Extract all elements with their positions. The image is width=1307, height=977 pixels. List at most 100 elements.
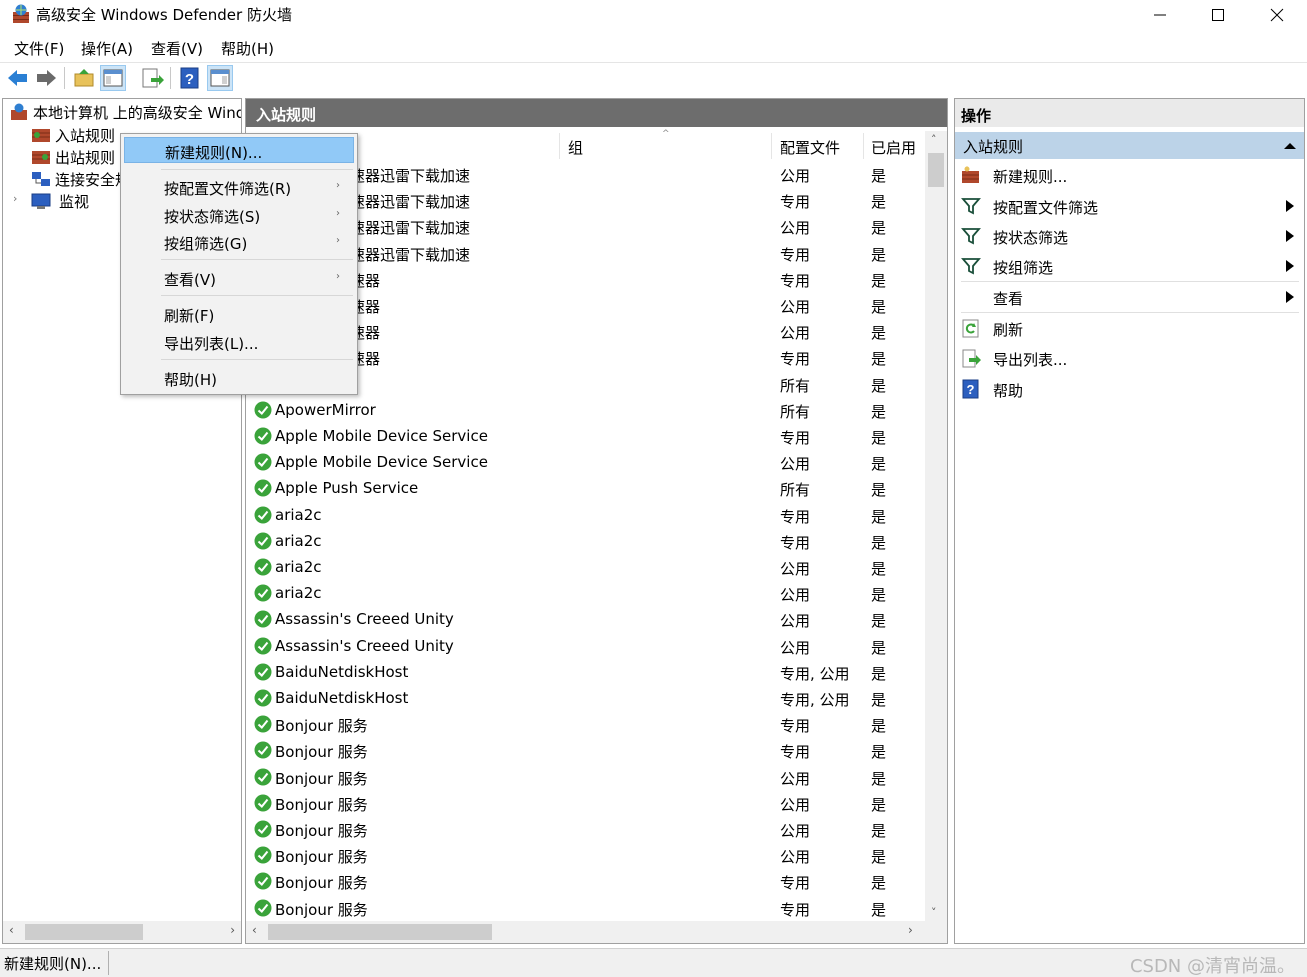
ctx-filter-profile[interactable]: 按配置文件筛选(R) › bbox=[124, 174, 354, 200]
column-header-profile[interactable]: 配置文件 bbox=[780, 137, 840, 158]
action-refresh[interactable]: 刷新 bbox=[955, 314, 1304, 342]
actions-section-inbound-rules[interactable]: 入站规则 bbox=[955, 132, 1304, 159]
table-row[interactable]: Bonjour 服务 公用 是 bbox=[246, 816, 924, 842]
scrollbar-thumb[interactable] bbox=[25, 924, 143, 940]
action-view[interactable]: 查看 bbox=[955, 283, 1304, 311]
scroll-left-icon[interactable]: ‹ bbox=[252, 923, 257, 937]
up-folder-button[interactable] bbox=[71, 65, 97, 91]
table-row[interactable]: aria2c 专用 是 bbox=[246, 528, 924, 554]
scroll-up-icon[interactable]: ˄ bbox=[931, 133, 937, 146]
scroll-down-icon[interactable]: ˅ bbox=[931, 906, 937, 919]
column-header-enabled[interactable]: 已启用 bbox=[871, 137, 916, 158]
rule-name: Bonjour 服务 bbox=[275, 874, 368, 892]
help-button[interactable]: ? bbox=[177, 65, 203, 91]
ctx-filter-state[interactable]: 按状态筛选(S) › bbox=[124, 202, 354, 228]
close-button[interactable] bbox=[1248, 0, 1306, 30]
rule-enabled: 是 bbox=[871, 508, 887, 526]
scrollbar-thumb[interactable] bbox=[928, 153, 944, 187]
table-row[interactable]: aria2c 公用 是 bbox=[246, 580, 924, 606]
ctx-help[interactable]: 帮助(H) bbox=[124, 365, 354, 391]
table-row[interactable]: aria2c 公用 是 bbox=[246, 554, 924, 580]
action-filter-group[interactable]: 按组筛选 bbox=[955, 252, 1304, 280]
enabled-check-icon bbox=[254, 846, 272, 864]
up-folder-icon bbox=[74, 69, 94, 87]
rule-profile: 专用 bbox=[780, 901, 811, 919]
back-button[interactable] bbox=[5, 65, 31, 91]
table-row[interactable]: Assassin's Creeed Unity 公用 是 bbox=[246, 633, 924, 659]
table-row[interactable]: Bonjour 服务 专用 是 bbox=[246, 737, 924, 763]
expand-chevron-icon[interactable]: › bbox=[13, 192, 17, 205]
action-filter-profile[interactable]: 按配置文件筛选 bbox=[955, 192, 1304, 220]
console-tree-button[interactable] bbox=[100, 65, 126, 91]
action-export-list[interactable]: 导出列表... bbox=[955, 344, 1304, 372]
rule-enabled: 是 bbox=[871, 377, 887, 395]
status-divider bbox=[108, 951, 109, 975]
collapse-up-icon[interactable] bbox=[1284, 142, 1296, 150]
scroll-right-icon[interactable]: › bbox=[908, 923, 913, 937]
column-header-group[interactable]: 组 bbox=[568, 137, 583, 158]
action-new-rule[interactable]: 新建规则... bbox=[955, 161, 1304, 189]
table-row[interactable]: ApowerMirror 所有 是 bbox=[246, 397, 924, 423]
table-row[interactable]: Bonjour 服务 专用 是 bbox=[246, 711, 924, 737]
title-bar: 高级安全 Windows Defender 防火墙 bbox=[0, 0, 1307, 30]
enabled-check-icon bbox=[254, 768, 272, 786]
column-divider[interactable] bbox=[559, 133, 560, 159]
forward-button[interactable] bbox=[33, 65, 59, 91]
rule-enabled: 是 bbox=[871, 298, 887, 316]
action-pane-button[interactable] bbox=[207, 65, 233, 91]
export-list-icon bbox=[962, 349, 981, 368]
table-row[interactable]: Bonjour 服务 公用 是 bbox=[246, 764, 924, 790]
action-help[interactable]: ? 帮助 bbox=[955, 375, 1304, 403]
actions-pane: 操作 入站规则 新建规则... 按配置文件筛选 按状态筛选 按组筛选 查看 刷新… bbox=[954, 98, 1305, 944]
table-row[interactable]: aria2c 专用 是 bbox=[246, 502, 924, 528]
table-row[interactable]: Apple Mobile Device Service 公用 是 bbox=[246, 449, 924, 475]
horizontal-scrollbar[interactable]: ‹ › bbox=[246, 921, 947, 943]
ctx-filter-group[interactable]: 按组筛选(G) › bbox=[124, 229, 354, 255]
action-label: 按状态筛选 bbox=[993, 229, 1069, 247]
export-button[interactable] bbox=[139, 65, 165, 91]
scroll-right-icon[interactable]: › bbox=[230, 923, 235, 937]
enabled-check-icon bbox=[254, 401, 272, 419]
enabled-check-icon bbox=[254, 584, 272, 602]
table-row[interactable]: Bonjour 服务 专用 是 bbox=[246, 868, 924, 894]
maximize-button[interactable] bbox=[1189, 0, 1247, 30]
ctx-refresh[interactable]: 刷新(F) bbox=[124, 301, 354, 327]
watermark: CSDN @清宵尚温。 bbox=[1129, 956, 1295, 977]
column-divider[interactable] bbox=[771, 133, 772, 159]
scroll-left-icon[interactable]: ‹ bbox=[9, 923, 14, 937]
menu-help[interactable]: 帮助(H) bbox=[221, 38, 274, 59]
menu-file[interactable]: 文件(F) bbox=[14, 38, 64, 59]
ctx-new-rule[interactable]: 新建规则(N)... bbox=[124, 137, 354, 163]
minimize-button[interactable] bbox=[1131, 0, 1189, 30]
table-row[interactable]: Apple Push Service 所有 是 bbox=[246, 475, 924, 501]
rule-profile: 公用 bbox=[780, 560, 811, 578]
table-row[interactable]: Bonjour 服务 专用 是 bbox=[246, 895, 924, 921]
table-row[interactable]: BaiduNetdiskHost 专用, 公用 是 bbox=[246, 659, 924, 685]
ctx-export-list[interactable]: 导出列表(L)... bbox=[124, 329, 354, 355]
rule-enabled: 是 bbox=[871, 874, 887, 892]
tree-horizontal-scrollbar[interactable]: ‹ › bbox=[3, 921, 241, 943]
rule-profile: 公用 bbox=[780, 455, 811, 473]
rule-profile: 所有 bbox=[780, 481, 811, 499]
ctx-view[interactable]: 查看(V) › bbox=[124, 265, 354, 291]
tree-item-label: 监视 bbox=[59, 193, 90, 211]
action-filter-state[interactable]: 按状态筛选 bbox=[955, 222, 1304, 250]
enabled-check-icon bbox=[254, 506, 272, 524]
rule-profile: 所有 bbox=[780, 377, 811, 395]
table-row[interactable]: Bonjour 服务 公用 是 bbox=[246, 790, 924, 816]
scrollbar-thumb[interactable] bbox=[268, 924, 492, 940]
table-row[interactable]: Bonjour 服务 公用 是 bbox=[246, 842, 924, 868]
minimize-icon bbox=[1154, 14, 1166, 16]
vertical-scrollbar[interactable]: ˄ ˅ bbox=[925, 131, 947, 921]
table-row[interactable]: Assassin's Creeed Unity 公用 是 bbox=[246, 606, 924, 632]
table-row[interactable]: BaiduNetdiskHost 专用, 公用 是 bbox=[246, 685, 924, 711]
rule-enabled: 是 bbox=[871, 350, 887, 368]
rule-enabled: 是 bbox=[871, 167, 887, 185]
menu-action[interactable]: 操作(A) bbox=[81, 38, 133, 59]
menu-view[interactable]: 查看(V) bbox=[151, 38, 203, 59]
enabled-check-icon bbox=[254, 689, 272, 707]
rule-enabled: 是 bbox=[871, 455, 887, 473]
table-row[interactable]: Apple Mobile Device Service 专用 是 bbox=[246, 423, 924, 449]
column-divider[interactable] bbox=[863, 133, 864, 159]
menu-separator bbox=[161, 259, 353, 260]
